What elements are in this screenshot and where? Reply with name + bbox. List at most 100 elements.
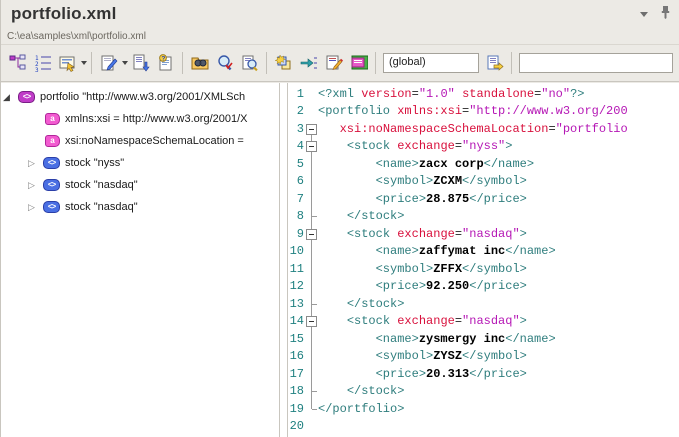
- tree-row[interactable]: ▷<> stock "nyss": [1, 152, 279, 174]
- code-text[interactable]: </stock>: [318, 297, 404, 311]
- code-line[interactable]: 3 xsi:noNamespaceSchemaLocation="portfol…: [288, 120, 679, 138]
- reload-document-button[interactable]: [271, 51, 296, 76]
- line-number: 16: [288, 349, 305, 363]
- window-menu-caret-icon[interactable]: [640, 12, 648, 17]
- code-line[interactable]: 16 <symbol>ZYSZ</symbol>: [288, 348, 679, 366]
- code-text[interactable]: <symbol>ZFFX</symbol>: [318, 262, 527, 276]
- layers-button[interactable]: [346, 51, 371, 76]
- element-root-icon: <>: [18, 91, 35, 103]
- search-input[interactable]: [519, 53, 673, 73]
- collapsed-arrow-icon[interactable]: ▷: [28, 180, 43, 191]
- code-line[interactable]: 17 <price>20.313</price>: [288, 365, 679, 383]
- fold-gutter: [305, 418, 318, 436]
- code-text[interactable]: <stock exchange="nyss">: [318, 139, 512, 153]
- code-line[interactable]: 19</portfolio>: [288, 400, 679, 418]
- pane-splitter[interactable]: [280, 83, 288, 437]
- code-line[interactable]: 8 </stock>: [288, 208, 679, 226]
- code-line[interactable]: 9 <stock exchange="nasdaq">: [288, 225, 679, 243]
- code-line[interactable]: 2 <portfolio xmlns:xsi="http://www.w3.org…: [288, 103, 679, 121]
- tree-row-label: stock "nyss": [65, 157, 124, 169]
- numbered-list-button[interactable]: 123: [30, 51, 55, 76]
- fold-gutter: [305, 190, 318, 208]
- document-title: portfolio.xml: [11, 4, 117, 24]
- tree-row[interactable]: ▷<>stock "nasdaq": [1, 196, 279, 218]
- goto-line-button[interactable]: [296, 51, 321, 76]
- pin-icon[interactable]: [660, 5, 671, 24]
- fold-toggle-icon[interactable]: [305, 138, 318, 156]
- code-line[interactable]: 7 <price>28.875</price>: [288, 190, 679, 208]
- fold-gutter: [305, 295, 318, 313]
- expanded-arrow-icon[interactable]: ◢: [3, 92, 18, 103]
- attribute-icon: a: [45, 113, 60, 125]
- code-text[interactable]: <stock exchange="nasdaq">: [318, 227, 527, 241]
- code-text[interactable]: </portfolio>: [318, 402, 404, 416]
- tree-row[interactable]: ▷<>stock "nasdaq": [1, 174, 279, 196]
- document-help-button[interactable]: ?: [153, 51, 178, 76]
- code-text[interactable]: <price>20.313</price>: [318, 367, 527, 381]
- tree-row[interactable]: axmlns:xsi = http://www.w3.org/2001/X: [1, 108, 279, 130]
- fold-gutter: [305, 278, 318, 296]
- element-icon: <>: [43, 201, 60, 213]
- line-number: 4: [288, 139, 305, 153]
- code-line[interactable]: 15 <name>zysmergy inc</name>: [288, 330, 679, 348]
- validate-button[interactable]: [212, 51, 237, 76]
- code-line[interactable]: 6 <symbol>ZCXM</symbol>: [288, 173, 679, 191]
- edit-document-button[interactable]: [96, 51, 121, 76]
- check-wellformed-button[interactable]: [237, 51, 262, 76]
- code-line[interactable]: 11 <symbol>ZFFX</symbol>: [288, 260, 679, 278]
- line-number: 20: [288, 419, 305, 433]
- element-icon: <>: [43, 157, 60, 169]
- code-text[interactable]: <symbol>ZCXM</symbol>: [318, 174, 527, 188]
- line-number: 14: [288, 314, 305, 328]
- line-number: 6: [288, 174, 305, 188]
- code-line[interactable]: 4 <stock exchange="nyss">: [288, 138, 679, 156]
- code-text[interactable]: <name>zysmergy inc</name>: [318, 332, 556, 346]
- scope-combobox[interactable]: (global): [383, 53, 479, 73]
- code-text[interactable]: <stock exchange="nasdaq">: [318, 314, 527, 328]
- file-path: C:\ea\samples\xml\portfolio.xml: [1, 28, 679, 44]
- collapsed-arrow-icon[interactable]: ▷: [28, 158, 43, 169]
- form-view-dropdown-icon[interactable]: [81, 61, 87, 65]
- fold-toggle-icon[interactable]: [305, 120, 318, 138]
- fold-gutter: [305, 348, 318, 366]
- code-line[interactable]: 1<?xml version="1.0" standalone="no"?>: [288, 85, 679, 103]
- fold-toggle-icon[interactable]: [305, 313, 318, 331]
- code-text[interactable]: xsi:noNamespaceSchemaLocation="portfolio: [318, 122, 628, 136]
- fold-gutter: [305, 85, 318, 103]
- line-number: 2: [288, 104, 305, 118]
- code-line[interactable]: 13 </stock>: [288, 295, 679, 313]
- transform-button[interactable]: [321, 51, 346, 76]
- apply-scope-button[interactable]: [482, 51, 507, 76]
- code-text[interactable]: <?xml version="1.0" standalone="no"?>: [318, 87, 585, 101]
- code-line[interactable]: 5 <name>zacx corp</name>: [288, 155, 679, 173]
- code-text[interactable]: <price>28.875</price>: [318, 192, 527, 206]
- tree-view-button[interactable]: [5, 51, 30, 76]
- svg-text:3: 3: [35, 67, 39, 72]
- attribute-icon: a: [45, 135, 60, 147]
- code-text[interactable]: </stock>: [318, 209, 404, 223]
- toolbar-separator: [511, 52, 512, 74]
- line-number: 11: [288, 262, 305, 276]
- fold-toggle-icon[interactable]: [305, 225, 318, 243]
- code-text[interactable]: </stock>: [318, 384, 404, 398]
- code-text[interactable]: <name>zacx corp</name>: [318, 157, 534, 171]
- tree-row[interactable]: axsi:noNamespaceSchemaLocation =: [1, 130, 279, 152]
- code-line[interactable]: 10 <name>zaffymat inc</name>: [288, 243, 679, 261]
- form-view-button[interactable]: [55, 51, 80, 76]
- code-text[interactable]: <portfolio xmlns:xsi="http://www.w3.org/…: [318, 104, 628, 118]
- xml-tree-pane[interactable]: ◢<>portfolio "http://www.w3.org/2001/XML…: [1, 83, 280, 437]
- code-text[interactable]: <name>zaffymat inc</name>: [318, 244, 556, 258]
- code-text[interactable]: <price>92.250</price>: [318, 279, 527, 293]
- code-line[interactable]: 18 </stock>: [288, 383, 679, 401]
- collapsed-arrow-icon[interactable]: ▷: [28, 202, 43, 213]
- xml-text-editor[interactable]: 1<?xml version="1.0" standalone="no"?>2 <…: [288, 83, 679, 437]
- code-line[interactable]: 12 <price>92.250</price>: [288, 278, 679, 296]
- code-line[interactable]: 20: [288, 418, 679, 436]
- code-text[interactable]: <symbol>ZYSZ</symbol>: [318, 349, 527, 363]
- line-number: 18: [288, 384, 305, 398]
- line-number: 15: [288, 332, 305, 346]
- find-in-files-button[interactable]: [187, 51, 212, 76]
- import-document-button[interactable]: [128, 51, 153, 76]
- tree-row[interactable]: ◢<>portfolio "http://www.w3.org/2001/XML…: [1, 86, 279, 108]
- code-line[interactable]: 14 <stock exchange="nasdaq">: [288, 313, 679, 331]
